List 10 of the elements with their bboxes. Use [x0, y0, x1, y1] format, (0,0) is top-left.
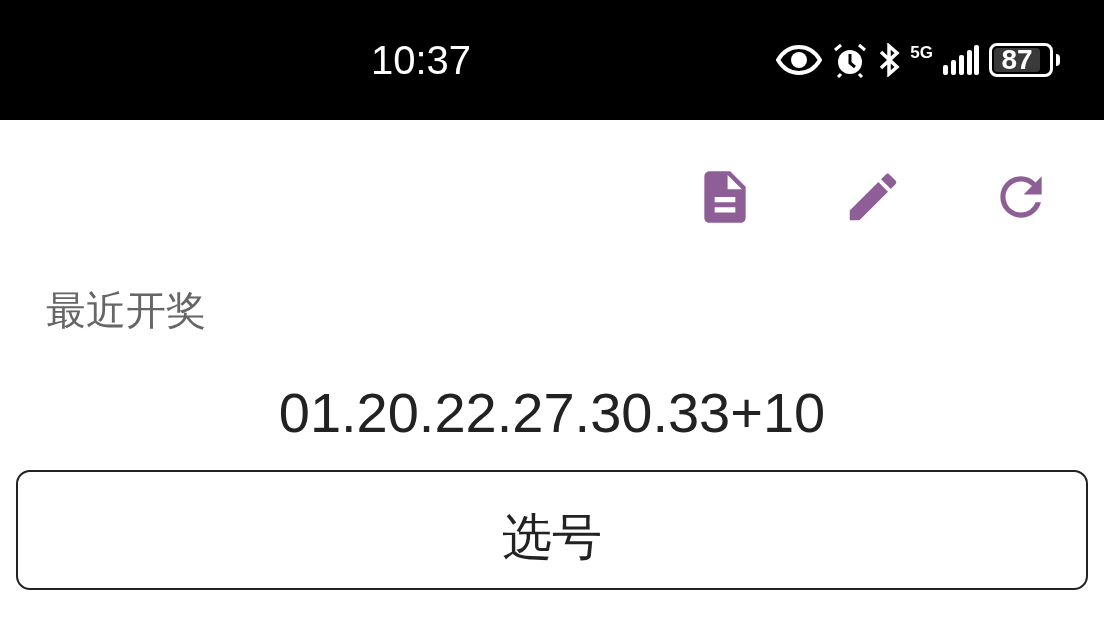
battery-level: 87 — [994, 48, 1040, 72]
bluetooth-icon — [878, 43, 901, 77]
clock-time: 10:37 — [371, 40, 472, 80]
draw-numbers: 01.20.22.27.30.33+10 — [278, 380, 826, 441]
pick-numbers-button[interactable]: 选号 — [16, 470, 1088, 590]
signal-icon — [943, 45, 979, 75]
alarm-clock-icon — [832, 42, 869, 78]
network-type: 5G — [910, 44, 933, 61]
eye-icon — [776, 45, 823, 75]
section-label: 最近开奖 — [46, 290, 206, 330]
